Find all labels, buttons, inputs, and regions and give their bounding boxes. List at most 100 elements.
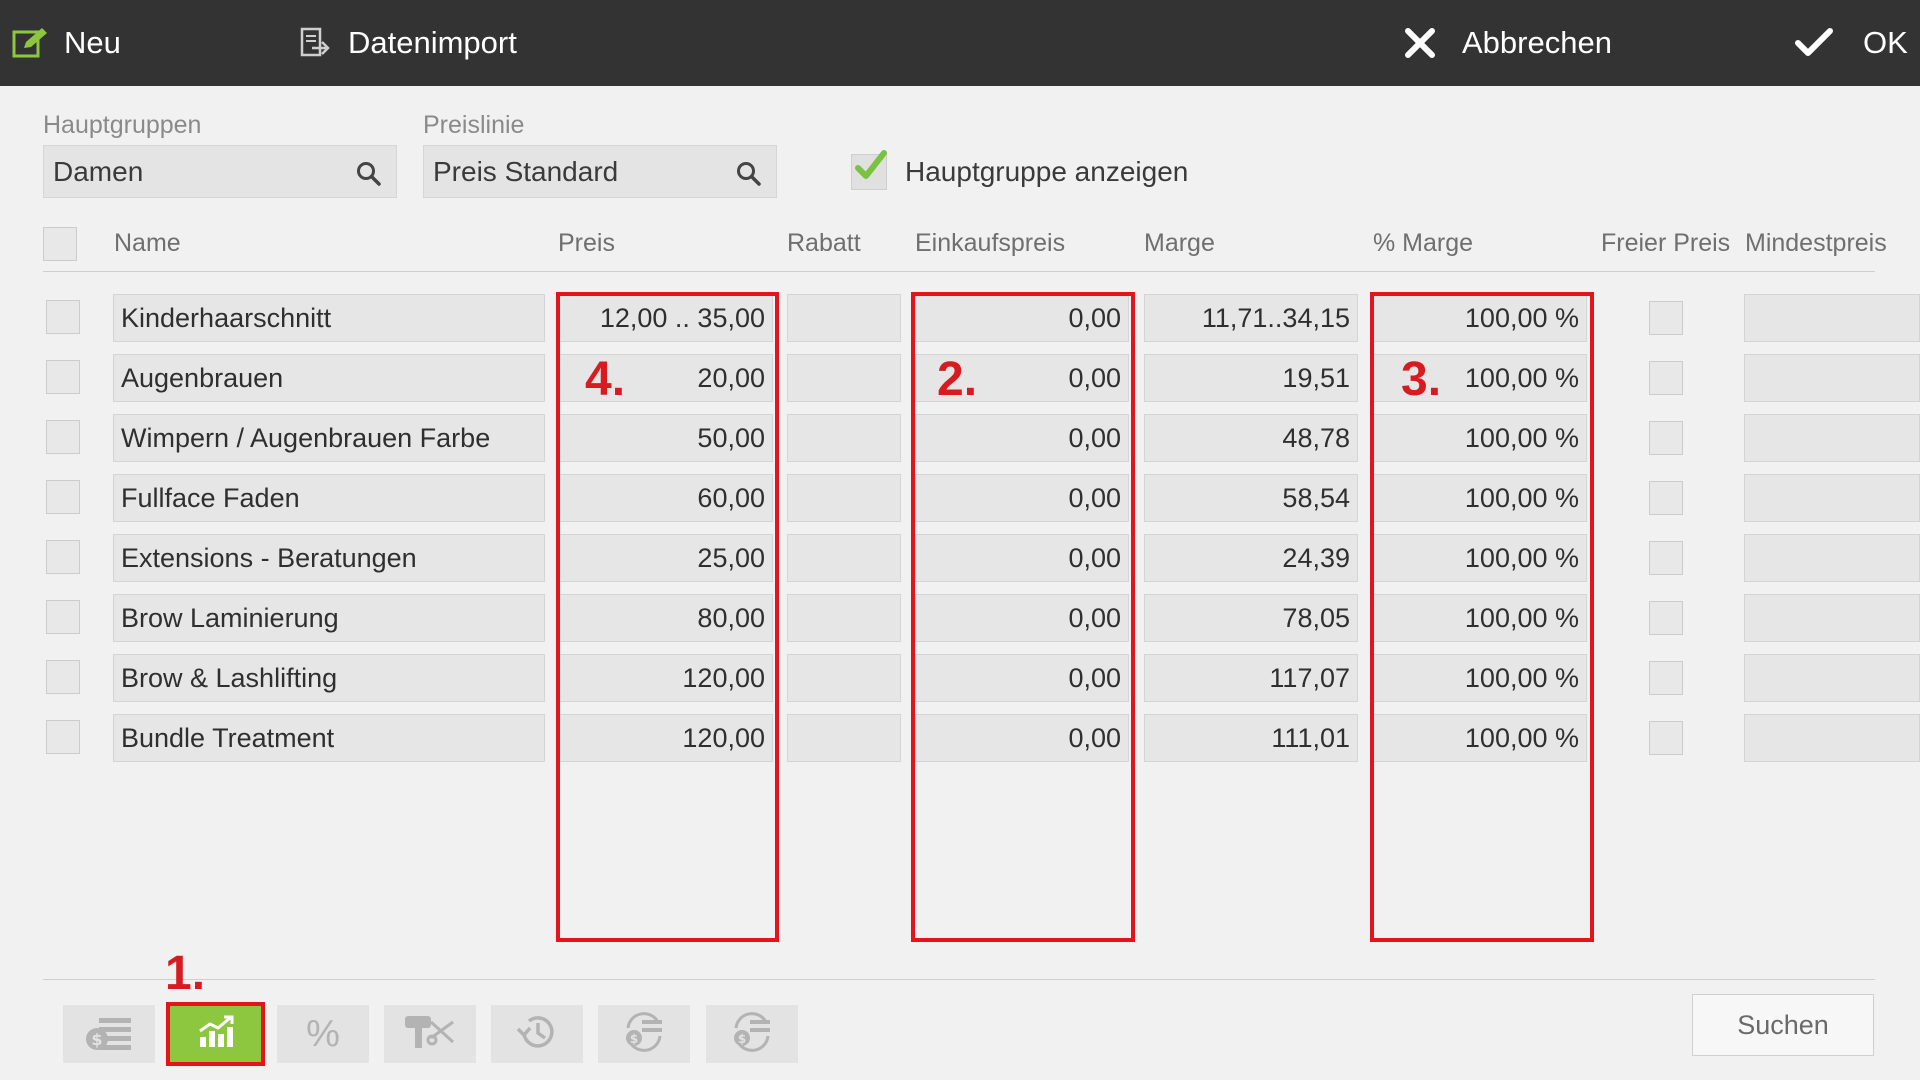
price-refresh-tool-button[interactable]: $ — [598, 1005, 690, 1063]
refresh-money-icon: $ — [728, 1010, 776, 1059]
minimum-price-cell[interactable] — [1744, 294, 1920, 342]
column-header-price[interactable]: Preis — [558, 226, 615, 260]
annotation-label-3: 3. — [1401, 353, 1442, 406]
name-cell[interactable]: Bundle Treatment — [113, 714, 545, 762]
column-header-margin-percent[interactable]: % Marge — [1373, 226, 1473, 260]
show-main-group-checkbox[interactable] — [851, 150, 887, 190]
column-header-free-price[interactable]: Freier Preis — [1601, 226, 1730, 260]
row-checkbox[interactable] — [46, 540, 80, 574]
price-line-value: Preis Standard — [433, 155, 619, 187]
row-checkbox[interactable] — [46, 600, 80, 634]
import-icon — [298, 26, 332, 60]
free-price-checkbox[interactable] — [1649, 481, 1683, 515]
new-button[interactable]: Neu — [12, 0, 121, 86]
main-groups-label: Hauptgruppen — [43, 111, 202, 139]
minimum-price-cell[interactable] — [1744, 534, 1920, 582]
ok-button[interactable]: OK — [1795, 0, 1908, 86]
name-cell[interactable]: Augenbrauen — [113, 354, 545, 402]
percent-tool-button[interactable]: % — [277, 1005, 369, 1063]
column-header-minimum-price[interactable]: Mindestpreis — [1745, 226, 1887, 260]
discount-cell[interactable] — [787, 474, 901, 522]
name-cell[interactable]: Brow Laminierung — [113, 594, 545, 642]
margin-cell[interactable]: 19,51 — [1144, 354, 1358, 402]
name-cell[interactable]: Kinderhaarschnitt — [113, 294, 545, 342]
cancel-button[interactable]: Abbrechen — [1404, 0, 1612, 86]
data-import-button[interactable]: Datenimport — [298, 0, 517, 86]
check-icon — [1795, 28, 1833, 58]
new-label: Neu — [64, 25, 121, 60]
discount-cell[interactable] — [787, 594, 901, 642]
margin-cell[interactable]: 48,78 — [1144, 414, 1358, 462]
hairdresser-tool-button[interactable] — [384, 1005, 476, 1063]
main-groups-value: Damen — [53, 155, 144, 187]
row-checkbox[interactable] — [46, 720, 80, 754]
minimum-price-cell[interactable] — [1744, 414, 1920, 462]
svg-text:$: $ — [630, 1032, 638, 1046]
search-button[interactable]: Suchen — [1692, 994, 1874, 1056]
discount-cell[interactable] — [787, 294, 901, 342]
row-checkbox[interactable] — [46, 660, 80, 694]
name-cell[interactable]: Wimpern / Augenbrauen Farbe — [113, 414, 545, 462]
row-checkbox[interactable] — [46, 480, 80, 514]
margin-cell[interactable]: 24,39 — [1144, 534, 1358, 582]
percent-icon: % — [306, 1012, 340, 1055]
header-divider — [43, 271, 1875, 272]
margin-cell[interactable]: 11,71..34,15 — [1144, 294, 1358, 342]
price-list-tool-button[interactable]: $ — [63, 1005, 155, 1063]
refresh-money-icon: $ — [620, 1010, 668, 1059]
main-groups-field[interactable]: Damen — [43, 145, 397, 198]
free-price-checkbox[interactable] — [1649, 541, 1683, 575]
search-icon[interactable] — [356, 161, 382, 194]
history-tool-button[interactable] — [491, 1005, 583, 1063]
cancel-label: Abbrechen — [1462, 25, 1612, 60]
free-price-checkbox[interactable] — [1649, 421, 1683, 455]
row-checkbox[interactable] — [46, 300, 80, 334]
name-cell[interactable]: Extensions - Beratungen — [113, 534, 545, 582]
ok-label: OK — [1863, 25, 1908, 60]
minimum-price-cell[interactable] — [1744, 474, 1920, 522]
annotation-label-1: 1. — [165, 947, 206, 1000]
column-header-name[interactable]: Name — [114, 226, 181, 260]
data-import-label: Datenimport — [348, 25, 517, 60]
close-icon — [1404, 27, 1436, 59]
row-checkbox[interactable] — [46, 360, 80, 394]
free-price-checkbox[interactable] — [1649, 361, 1683, 395]
margin-cell[interactable]: 58,54 — [1144, 474, 1358, 522]
name-cell[interactable]: Brow & Lashlifting — [113, 654, 545, 702]
price-line-label: Preislinie — [423, 111, 525, 139]
name-cell[interactable]: Fullface Faden — [113, 474, 545, 522]
select-all-checkbox[interactable] — [43, 227, 77, 261]
free-price-checkbox[interactable] — [1649, 661, 1683, 695]
discount-cell[interactable] — [787, 654, 901, 702]
annotation-label-4: 4. — [585, 353, 626, 406]
minimum-price-cell[interactable] — [1744, 654, 1920, 702]
price-refresh-alt-tool-button[interactable]: $ — [706, 1005, 798, 1063]
svg-text:$: $ — [738, 1032, 746, 1046]
discount-cell[interactable] — [787, 354, 901, 402]
price-line-field[interactable]: Preis Standard — [423, 145, 777, 198]
column-header-purchase-price[interactable]: Einkaufspreis — [915, 226, 1065, 260]
minimum-price-cell[interactable] — [1744, 714, 1920, 762]
minimum-price-cell[interactable] — [1744, 354, 1920, 402]
discount-cell[interactable] — [787, 714, 901, 762]
row-checkbox[interactable] — [46, 420, 80, 454]
discount-cell[interactable] — [787, 534, 901, 582]
search-icon[interactable] — [736, 161, 762, 194]
footer-divider — [43, 979, 1875, 980]
free-price-checkbox[interactable] — [1649, 721, 1683, 755]
annotation-label-2: 2. — [937, 353, 978, 406]
edit-icon — [12, 26, 50, 60]
free-price-checkbox[interactable] — [1649, 301, 1683, 335]
margin-cell[interactable]: 111,01 — [1144, 714, 1358, 762]
margin-cell[interactable]: 117,07 — [1144, 654, 1358, 702]
margin-cell[interactable]: 78,05 — [1144, 594, 1358, 642]
column-header-discount[interactable]: Rabatt — [787, 226, 861, 260]
discount-cell[interactable] — [787, 414, 901, 462]
top-toolbar: Neu Datenimport Abbrechen OK — [0, 0, 1920, 86]
svg-text:$: $ — [91, 1030, 102, 1049]
minimum-price-cell[interactable] — [1744, 594, 1920, 642]
column-header-margin[interactable]: Marge — [1144, 226, 1215, 260]
free-price-checkbox[interactable] — [1649, 601, 1683, 635]
checkmark-icon — [855, 150, 887, 179]
money-list-icon: $ — [83, 1012, 135, 1057]
